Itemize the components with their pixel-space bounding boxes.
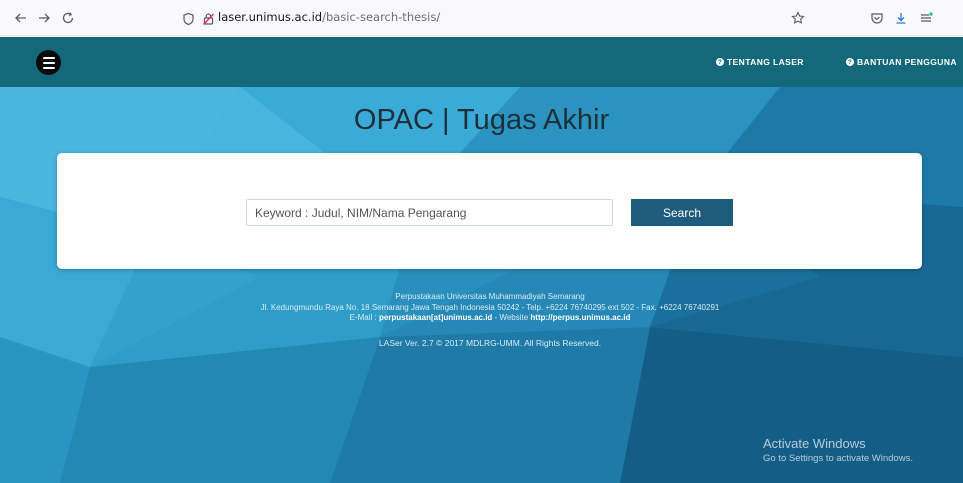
footer-info: Perpustakaan Universitas Muhammadiyah Se… bbox=[0, 292, 963, 324]
address-bar-url[interactable]: laser.unimus.ac.id/basic-search-thesis/ bbox=[218, 10, 440, 24]
back-arrow-icon[interactable] bbox=[10, 7, 32, 29]
footer-contact: E-Mail : perpustakaan[at]unimus.ac.id - … bbox=[0, 313, 963, 324]
download-icon[interactable] bbox=[890, 7, 912, 29]
activate-windows-watermark: Activate Windows Go to Settings to activ… bbox=[763, 436, 913, 464]
url-path: /basic-search-thesis/ bbox=[322, 10, 441, 24]
website-label: - Website bbox=[494, 313, 529, 322]
hamburger-menu-icon[interactable] bbox=[36, 50, 61, 75]
search-card: Search bbox=[57, 153, 922, 269]
page-content: ? TENTANG LASER ? BANTUAN PENGGUNA OPAC … bbox=[0, 37, 963, 483]
tracking-shield-icon[interactable] bbox=[177, 8, 199, 30]
footer-address: Jl. Kedungmundu Raya No. 18 Semarang Jaw… bbox=[260, 302, 720, 312]
email-label: E-Mail : bbox=[349, 313, 377, 322]
top-navbar: ? TENTANG LASER ? BANTUAN PENGGUNA bbox=[0, 37, 963, 87]
watermark-title: Activate Windows bbox=[763, 436, 866, 451]
question-circle-icon: ? bbox=[846, 58, 854, 66]
tentang-laser-link[interactable]: ? TENTANG LASER bbox=[716, 57, 804, 67]
website-link[interactable]: http://perpus.unimus.ac.id bbox=[530, 313, 630, 322]
bantuan-pengguna-label: BANTUAN PENGGUNA bbox=[857, 57, 957, 67]
page-title: OPAC | Tugas Akhir bbox=[353, 104, 610, 136]
question-circle-icon: ? bbox=[716, 58, 724, 66]
watermark-subtitle: Go to Settings to activate Windows. bbox=[763, 453, 913, 464]
bantuan-pengguna-link[interactable]: ? BANTUAN PENGGUNA bbox=[846, 57, 957, 67]
url-host: laser.unimus.ac.id bbox=[218, 10, 323, 24]
app-menu-icon[interactable] bbox=[915, 7, 937, 29]
footer-copyright: LASer Ver. 2.7 © 2017 MDLRG-UMM. All Rig… bbox=[378, 338, 602, 348]
footer-library-name: Perpustakaan Universitas Muhammadiyah Se… bbox=[395, 292, 585, 301]
email-value: perpustakaan[at]unimus.ac.id bbox=[378, 313, 493, 322]
search-button[interactable]: Search bbox=[631, 199, 733, 226]
bookmark-star-icon[interactable] bbox=[787, 7, 809, 29]
search-input[interactable] bbox=[246, 199, 613, 226]
pocket-icon[interactable] bbox=[866, 7, 888, 29]
forward-arrow-icon[interactable] bbox=[33, 7, 55, 29]
tentang-laser-label: TENTANG LASER bbox=[727, 57, 804, 67]
browser-toolbar: laser.unimus.ac.id/basic-search-thesis/ bbox=[0, 0, 963, 36]
reload-icon[interactable] bbox=[57, 7, 79, 29]
insecure-lock-icon[interactable] bbox=[197, 8, 219, 30]
